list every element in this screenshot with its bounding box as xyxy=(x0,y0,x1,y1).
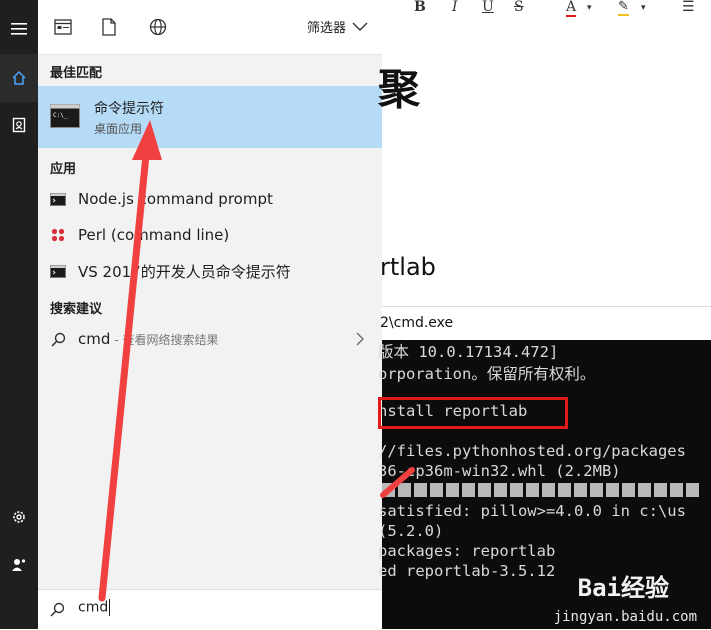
console-line: 36-cp36m-win32.whl (2.2MB) xyxy=(378,462,621,480)
search-icon xyxy=(50,332,65,347)
download-progress-bar xyxy=(382,483,711,497)
web-suggestion-item[interactable]: cmd - 查看网络搜索结果 xyxy=(38,322,382,356)
italic-button[interactable]: I xyxy=(452,0,458,15)
text-caret xyxy=(109,599,111,616)
chevron-down-icon xyxy=(352,22,368,31)
filter-dropdown[interactable]: 筛选器 xyxy=(307,17,368,36)
underline-button[interactable]: U xyxy=(482,0,494,15)
account-button[interactable] xyxy=(0,541,38,589)
start-search-panel: 筛选器 最佳匹配 C:\_ 命令提示符 桌面应用 应用 Node.js comm… xyxy=(38,0,382,630)
scope-apps-button[interactable] xyxy=(50,14,76,40)
console-line: 版本 10.0.17134.472] xyxy=(378,343,559,361)
apps-heading: 应用 xyxy=(50,162,77,177)
settings-button[interactable] xyxy=(0,493,38,541)
search-scope-bar: 筛选器 xyxy=(38,0,382,55)
chevron-down-icon[interactable]: ▾ xyxy=(641,3,646,13)
console-line: (5.2.0) xyxy=(378,522,444,540)
search-input-value: cmd xyxy=(78,599,109,616)
app-item-label: Node.js command prompt xyxy=(78,190,273,208)
console-line: ed reportlab-3.5.12 xyxy=(378,562,556,580)
cmd-window-title: 2\cmd.exe xyxy=(380,315,454,331)
app-item-label: VS 2017的开发人员命令提示符 xyxy=(78,262,291,281)
svg-text:C:\_: C:\_ xyxy=(53,112,68,119)
console-icon xyxy=(50,264,66,278)
perl-dots-icon xyxy=(51,228,65,242)
document-subheading: rtlab xyxy=(380,253,436,281)
watermark-url: jingyan.baidu.com xyxy=(553,609,697,625)
start-rail xyxy=(0,0,38,629)
best-match-heading: 最佳匹配 xyxy=(50,66,103,81)
font-color-button[interactable]: A xyxy=(566,0,577,17)
console-line: packages: reportlab xyxy=(378,542,556,560)
suggestion-hint: - 查看网络搜索结果 xyxy=(114,332,219,347)
hamburger-icon xyxy=(11,23,27,35)
console-icon xyxy=(50,192,66,206)
best-match-title: 命令提示符 xyxy=(94,101,164,117)
editor-toolbar: B I U S A ▾ ✎ ▾ ☰ xyxy=(382,0,711,20)
highlight-icon[interactable]: ✎ xyxy=(618,0,629,16)
suggestion-query: cmd xyxy=(78,330,111,348)
search-box[interactable]: cmd xyxy=(38,589,382,630)
app-item-nodejs[interactable]: Node.js command prompt xyxy=(38,182,382,216)
documents-button[interactable] xyxy=(0,101,38,149)
gear-icon xyxy=(13,511,25,523)
chevron-down-icon[interactable]: ▾ xyxy=(587,3,592,13)
console-output: 版本 10.0.17134.472] orporation。保留所有权利。 ns… xyxy=(378,340,711,629)
console-line: //files.pythonhosted.org/packages xyxy=(378,442,686,460)
scope-documents-button[interactable] xyxy=(96,14,122,40)
hamburger-menu-button[interactable] xyxy=(0,5,38,53)
best-match-item[interactable]: C:\_ 命令提示符 桌面应用 xyxy=(38,86,382,148)
annotation-highlight-box xyxy=(378,397,568,429)
filter-label: 筛选器 xyxy=(306,21,346,36)
cmd-window-titlebar: 2\cmd.exe xyxy=(380,306,711,341)
home-icon xyxy=(12,70,26,85)
strikethrough-button[interactable]: S xyxy=(514,0,524,15)
background-document: B I U S A ▾ ✎ ▾ ☰ 聚 rtlab 2\cmd.exe 版本 1… xyxy=(378,0,711,629)
watermark-logo: Bai经验 xyxy=(577,574,669,602)
app-item-perl[interactable]: Perl (command line) xyxy=(38,218,382,252)
app-item-label: Perl (command line) xyxy=(78,226,230,244)
list-button[interactable]: ☰ xyxy=(682,0,695,15)
document-icon xyxy=(12,117,26,133)
scope-web-button[interactable] xyxy=(145,14,171,40)
bold-button[interactable]: B xyxy=(414,0,426,15)
best-match-subtitle: 桌面应用 xyxy=(94,122,143,136)
globe-icon xyxy=(149,18,167,36)
console-line: orporation。保留所有权利。 xyxy=(378,365,596,383)
document-heading: 聚 xyxy=(378,65,421,114)
window-icon xyxy=(54,19,72,35)
user-icon xyxy=(12,559,26,571)
app-item-vs2017[interactable]: VS 2017的开发人员命令提示符 xyxy=(38,254,382,288)
command-prompt-icon: C:\_ xyxy=(50,104,80,128)
search-input[interactable]: cmd xyxy=(78,599,111,616)
home-button[interactable] xyxy=(0,54,38,102)
search-icon xyxy=(50,602,65,617)
file-icon xyxy=(102,18,116,36)
suggestions-heading: 搜索建议 xyxy=(50,302,103,317)
chevron-right-icon xyxy=(356,332,364,346)
console-line: satisfied: pillow>=4.0.0 in c:\us xyxy=(378,502,686,520)
